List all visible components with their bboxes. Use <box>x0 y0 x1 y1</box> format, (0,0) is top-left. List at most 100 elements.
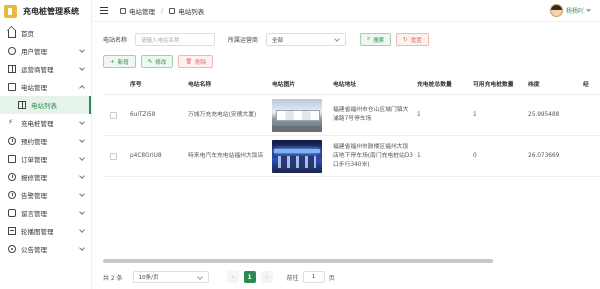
trash-icon: 🗑 <box>185 58 193 65</box>
grid-icon <box>8 65 16 73</box>
pagination: 共 2 条 10条/页 ‹ 1 › 前往 1 页 <box>103 271 335 283</box>
col-header-available[interactable]: 可用充电桩数量 <box>473 81 528 90</box>
logo-icon <box>4 4 17 18</box>
page-unit-label: 页 <box>328 274 335 282</box>
operator-label: 所属运营商 <box>228 37 259 44</box>
sidebar-item-label: 首页 <box>21 30 34 38</box>
goto-page-input[interactable]: 1 <box>302 271 325 283</box>
plus-icon: + <box>110 58 115 65</box>
col-header-total[interactable]: 充电桩总数量 <box>417 81 473 90</box>
home-icon <box>8 30 16 38</box>
chevron-down-icon <box>79 119 85 125</box>
station-photo[interactable] <box>272 139 322 173</box>
reset-button[interactable]: ↻ 重置 <box>396 33 429 46</box>
chevron-down-icon <box>79 47 85 53</box>
sidebar-item-repairs[interactable]: 报修管理 <box>0 168 91 186</box>
clock-icon <box>8 137 16 145</box>
username[interactable]: 杨杨吖 <box>566 6 584 15</box>
sidebar-menu: 首页 用户管理 运营商管理 电站管理 电站列表 ⚡ 充电桩管理 预约管理 订单管… <box>0 24 91 258</box>
row-checkbox[interactable] <box>110 111 117 119</box>
search-icon: ⌕ <box>367 36 371 42</box>
total-count: 共 2 条 <box>103 274 123 282</box>
row-select-cell <box>103 152 130 160</box>
sidebar-item-label: 运营商管理 <box>21 66 54 74</box>
table-row[interactable]: p4C8GriU8 特来电汽车充电站福州大饭店 福建省福州市鼓楼区福州大饭店地下… <box>103 136 600 177</box>
cell-no: 6uiTZi58 <box>130 111 156 118</box>
add-button-label: 新增 <box>117 59 129 66</box>
station-name-input[interactable]: 请输入电站名称 <box>135 33 216 46</box>
sidebar-item-label: 预约管理 <box>21 138 47 146</box>
breadcrumb-item-station-list: 电站列表 <box>178 7 205 16</box>
refresh-icon: ↻ <box>403 36 408 43</box>
user-menu[interactable]: 杨杨吖 <box>549 4 591 17</box>
sidebar-item-label: 公告管理 <box>21 246 47 254</box>
page-button-current[interactable]: 1 <box>243 271 256 283</box>
table-row[interactable]: 6uiTZi58 万城万充充电站(安德大厦) 福建省福州市仓山区城门镇大浦路7号… <box>103 95 600 136</box>
cell-latitude: 26.073669 <box>528 152 560 159</box>
app-root: 充电桩管理系统 首页 用户管理 运营商管理 电站管理 电站列表 ⚡ 充电桩管理 … <box>0 0 600 289</box>
col-header-address[interactable]: 电站地址 <box>333 81 417 90</box>
next-page-button[interactable]: › <box>260 271 273 283</box>
horizontal-scrollbar[interactable] <box>103 259 493 263</box>
page-size-select[interactable]: 10条/页 <box>132 271 209 283</box>
sidebar-item-label: 用户管理 <box>21 48 47 56</box>
chevron-down-icon <box>79 137 85 143</box>
sidebar-item-label: 留言管理 <box>21 210 47 218</box>
sidebar-item-alerts[interactable]: 告警管理 <box>0 186 91 204</box>
sidebar-item-reservations[interactable]: 预约管理 <box>0 132 91 150</box>
goto-label: 前往 <box>286 274 299 282</box>
station-photo[interactable] <box>272 98 322 132</box>
col-header-latitude[interactable]: 纬度 <box>528 81 583 90</box>
speaker-icon <box>8 245 16 253</box>
brand: 充电桩管理系统 <box>0 0 91 22</box>
chevron-up-icon <box>79 85 85 91</box>
cell-address: 福建省福州市仓山区城门镇大浦路7号停车场 <box>333 107 409 122</box>
sidebar-item-home[interactable]: 首页 <box>0 24 91 42</box>
top-header: 电站管理 / 电站列表 杨杨吖 <box>92 0 600 22</box>
col-header-no[interactable]: 序号 <box>130 81 188 90</box>
operator-select[interactable]: 全部 <box>266 33 347 46</box>
edit-button[interactable]: ✎ 修改 <box>140 55 174 68</box>
sidebar-item-announcements[interactable]: 公告管理 <box>0 240 91 258</box>
avatar[interactable] <box>549 4 563 17</box>
sidebar-item-chargers[interactable]: 充电桩管理 <box>0 114 91 132</box>
search-button[interactable]: ⌕ 搜索 <box>360 33 392 46</box>
action-bar: + 新增 ✎ 修改 🗑 删除 <box>103 55 214 68</box>
breadcrumb: 电站管理 / 电站列表 <box>120 6 204 16</box>
edit-button-label: 修改 <box>155 59 167 66</box>
filter-bar: 电站名称 请输入电站名称 所属运营商 全部 ⌕ 搜索 ↻ 重置 <box>103 33 429 46</box>
image-icon <box>8 227 16 235</box>
sidebar-item-label: 电站管理 <box>21 84 47 92</box>
prev-page-button[interactable]: ‹ <box>226 271 239 283</box>
station-table: 序号 电站名称 电站图片 电站地址 充电桩总数量 可用充电桩数量 纬度 经 6u… <box>103 77 600 177</box>
chevron-down-icon <box>79 191 85 197</box>
col-header-image[interactable]: 电站图片 <box>272 81 333 90</box>
sidebar-item-orders[interactable]: 订单管理 <box>0 150 91 168</box>
col-header-name[interactable]: 电站名称 <box>188 81 272 90</box>
chevron-down-icon[interactable] <box>586 7 591 12</box>
menu-toggle-icon[interactable] <box>100 7 108 14</box>
add-button[interactable]: + 新增 <box>103 55 136 68</box>
breadcrumb-item-stations[interactable]: 电站管理 <box>129 6 155 16</box>
row-select-cell <box>103 111 130 119</box>
sidebar-item-label: 告警管理 <box>21 192 47 200</box>
sidebar-item-label: 轮播图管理 <box>21 228 54 236</box>
col-header-longitude[interactable]: 经 <box>583 81 600 90</box>
cell-total: 1 <box>417 111 421 118</box>
delete-button[interactable]: 🗑 删除 <box>178 55 214 68</box>
chevron-down-icon <box>79 65 85 71</box>
chevron-down-icon <box>79 173 85 179</box>
row-checkbox[interactable] <box>110 152 117 160</box>
sidebar-item-messages[interactable]: 留言管理 <box>0 204 91 222</box>
sidebar-item-station-list[interactable]: 电站列表 <box>0 96 91 114</box>
doc-icon <box>8 155 16 163</box>
sidebar-item-label: 充电桩管理 <box>21 120 54 128</box>
station-name-label: 电站名称 <box>103 37 128 44</box>
sidebar-item-users[interactable]: 用户管理 <box>0 42 91 60</box>
cell-available: 1 <box>473 111 477 118</box>
cell-image <box>272 139 333 173</box>
sidebar-item-stations[interactable]: 电站管理 <box>0 78 91 96</box>
sidebar-item-carousel[interactable]: 轮播图管理 <box>0 222 91 240</box>
sidebar-item-operators[interactable]: 运营商管理 <box>0 60 91 78</box>
cell-latitude: 25.995488 <box>528 111 560 118</box>
